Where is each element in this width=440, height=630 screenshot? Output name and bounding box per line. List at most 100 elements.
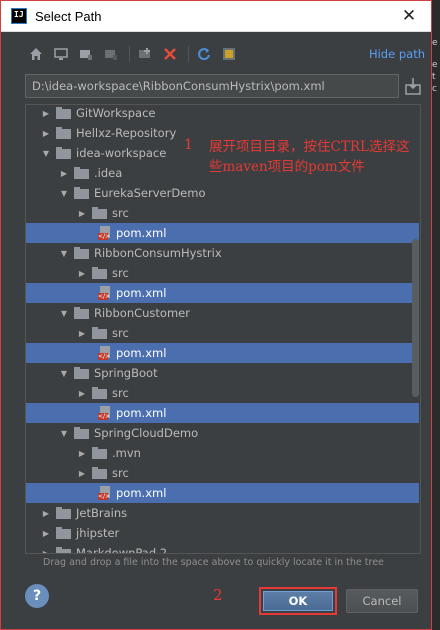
- tree-folder-row[interactable]: ▶ .mvn: [26, 443, 419, 463]
- folder-icon: [74, 307, 89, 319]
- folder-icon: [74, 427, 89, 439]
- tree-folder-row[interactable]: ▶ src: [26, 463, 419, 483]
- tree-item-label: pom.xml: [116, 406, 167, 420]
- cancel-button[interactable]: Cancel: [346, 589, 418, 613]
- ok-button[interactable]: OK: [263, 591, 333, 611]
- tree-folder-row[interactable]: ▶ src: [26, 383, 419, 403]
- tree-item-label: pom.xml: [116, 346, 167, 360]
- folder-icon: [56, 107, 71, 119]
- folder-icon: [56, 147, 71, 159]
- tree-item-label: RibbonCustomer: [94, 306, 190, 320]
- title-bar: IJ Select Path ✕: [1, 1, 431, 32]
- tree-item-label: SpringBoot: [94, 366, 158, 380]
- collapse-arrow-icon[interactable]: ▼: [58, 183, 70, 203]
- annotation-1-line2: 些maven项目的pom文件: [209, 159, 365, 175]
- expand-arrow-icon[interactable]: ▶: [76, 323, 88, 343]
- tree-file-row[interactable]: </> pom.xml: [26, 403, 419, 423]
- background-window-text: e e t c: [432, 38, 438, 94]
- tree-scrollbar-thumb[interactable]: [412, 239, 419, 397]
- help-button[interactable]: ?: [25, 584, 49, 608]
- hide-path-link[interactable]: Hide path: [369, 47, 425, 61]
- folder-icon: [56, 547, 71, 553]
- folder-icon: [74, 367, 89, 379]
- tree-folder-row[interactable]: ▶ MarkdownPad 2: [26, 543, 419, 554]
- tree-item-label: src: [112, 466, 129, 480]
- tree-folder-row[interactable]: ▶ src: [26, 323, 419, 343]
- tree-item-label: GitWorkspace: [76, 106, 156, 120]
- tree-folder-row[interactable]: ▼ RibbonCustomer: [26, 303, 419, 323]
- ok-button-highlight: OK: [259, 587, 337, 615]
- close-button[interactable]: ✕: [387, 1, 431, 32]
- folder-icon: [92, 207, 107, 219]
- expand-arrow-icon[interactable]: ▶: [40, 503, 52, 523]
- show-hidden-icon[interactable]: [218, 43, 240, 65]
- drag-drop-hint: Drag and drop a file into the space abov…: [43, 557, 384, 568]
- collapse-arrow-icon[interactable]: ▼: [58, 303, 70, 323]
- collapse-arrow-icon[interactable]: ▼: [58, 243, 70, 263]
- collapse-arrow-icon[interactable]: ▼: [58, 423, 70, 443]
- maven-xml-file-icon: </>: [98, 486, 112, 500]
- annotation-2-number: 2: [213, 586, 223, 604]
- expand-arrow-icon[interactable]: ▶: [58, 163, 70, 183]
- expand-arrow-icon[interactable]: ▶: [40, 523, 52, 543]
- dialog-title: Select Path: [35, 8, 102, 24]
- expand-arrow-icon[interactable]: ▶: [40, 123, 52, 143]
- tree-file-row[interactable]: </> pom.xml: [26, 223, 419, 243]
- desktop-icon[interactable]: [50, 43, 72, 65]
- annotation-1-text: 展开项目目录，按住CTRL选择这 些maven项目的pom文件: [209, 137, 435, 177]
- tree-folder-row[interactable]: ▶ jhipster: [26, 523, 419, 543]
- annotation-1-number: 1: [184, 137, 193, 153]
- collapse-arrow-icon[interactable]: ▼: [58, 363, 70, 383]
- folder-icon: [74, 167, 89, 179]
- path-input[interactable]: [25, 74, 399, 98]
- collapse-arrow-icon[interactable]: ▼: [40, 143, 52, 163]
- tree-item-label: idea-workspace: [76, 146, 167, 160]
- toolbar-separator: [129, 46, 130, 62]
- maven-xml-file-icon: </>: [98, 286, 112, 300]
- tree-file-row[interactable]: </> pom.xml: [26, 343, 419, 363]
- new-folder-icon[interactable]: [134, 43, 156, 65]
- delete-icon[interactable]: [159, 43, 181, 65]
- tree-folder-row[interactable]: ▼ RibbonConsumHystrix: [26, 243, 419, 263]
- expand-arrow-icon[interactable]: ▶: [76, 263, 88, 283]
- tree-file-row[interactable]: </> pom.xml: [26, 483, 419, 503]
- expand-arrow-icon[interactable]: ▶: [40, 105, 52, 123]
- tree-folder-row[interactable]: ▼ SpringCloudDemo: [26, 423, 419, 443]
- expand-arrow-icon[interactable]: ▶: [76, 203, 88, 223]
- folder-icon: [56, 507, 71, 519]
- refresh-icon[interactable]: [193, 43, 215, 65]
- folder-icon: [74, 247, 89, 259]
- tree-folder-row[interactable]: ▶ src: [26, 263, 419, 283]
- tree-item-label: src: [112, 206, 129, 220]
- background-window-edge: e e t c: [432, 0, 440, 630]
- project-icon[interactable]: [75, 43, 97, 65]
- expand-arrow-icon[interactable]: ▶: [76, 383, 88, 403]
- folder-icon: [92, 387, 107, 399]
- expand-arrow-icon[interactable]: ▶: [76, 463, 88, 483]
- toolbar-separator: [188, 46, 189, 62]
- tree-item-label: Hellxz-Repository: [76, 126, 177, 140]
- tree-file-row[interactable]: </> pom.xml: [26, 283, 419, 303]
- folder-icon: [92, 327, 107, 339]
- tree-folder-row[interactable]: ▼ EurekaServerDemo: [26, 183, 419, 203]
- folder-icon: [92, 267, 107, 279]
- tree-folder-row[interactable]: ▶ src: [26, 203, 419, 223]
- expand-arrow-icon[interactable]: ▶: [76, 443, 88, 463]
- path-row: [25, 74, 425, 98]
- tree-item-label: src: [112, 326, 129, 340]
- module-icon[interactable]: [100, 43, 122, 65]
- tree-folder-row[interactable]: ▼ SpringBoot: [26, 363, 419, 383]
- maven-xml-file-icon: </>: [98, 406, 112, 420]
- download-history-icon[interactable]: [405, 77, 421, 95]
- tree-item-label: pom.xml: [116, 286, 167, 300]
- annotation-1-line1: 展开项目目录，按住CTRL选择这: [209, 139, 410, 155]
- tree-item-label: MarkdownPad 2: [76, 546, 168, 554]
- expand-arrow-icon[interactable]: ▶: [40, 543, 52, 554]
- tree-item-label: jhipster: [76, 526, 120, 540]
- tree-folder-row[interactable]: ▶ JetBrains: [26, 503, 419, 523]
- tree-folder-row[interactable]: ▶ GitWorkspace: [26, 105, 419, 123]
- maven-xml-file-icon: </>: [98, 346, 112, 360]
- folder-icon: [92, 447, 107, 459]
- home-icon[interactable]: [25, 43, 47, 65]
- maven-xml-file-icon: </>: [98, 226, 112, 240]
